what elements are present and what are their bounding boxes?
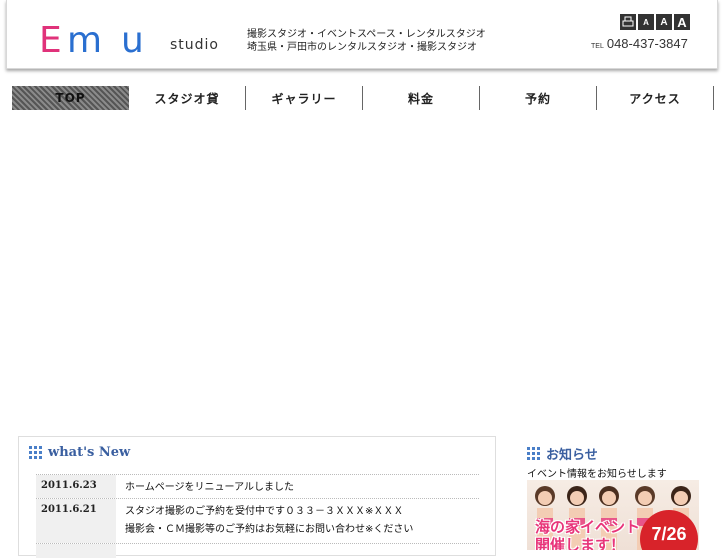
event-banner[interactable]: 7/26 海の家イベント 開催します！ (527, 480, 699, 550)
whats-new-title: what's New (48, 445, 131, 460)
news-row (36, 543, 479, 558)
main-nav: TOP スタジオ貸 ギャラリー 料金 予約 アクセス (12, 86, 714, 110)
nav-item-pricing[interactable]: 料金 (363, 86, 480, 110)
news-date: 2011.6.23 (36, 475, 116, 498)
nav-label: TOP (55, 91, 86, 105)
nav-item-gallery[interactable]: ギャラリー (246, 86, 363, 110)
notice-title: お知らせ (546, 448, 598, 463)
nav-label: 予約 (524, 91, 551, 106)
logo-studio-text: studio (170, 37, 219, 53)
news-text[interactable]: スタジオ撮影のご予約を受付中です０３３－３ＸＸＸ※ＸＸＸ 撮影会・ＣＭ撮影等のご… (116, 499, 413, 543)
nav-item-reservation[interactable]: 予約 (480, 86, 597, 110)
phone-prefix: TEL (591, 43, 604, 50)
nav-label: ギャラリー (271, 91, 337, 106)
emu-logo[interactable]: E m u (39, 20, 151, 56)
logo-letter-m: m (67, 20, 102, 56)
nav-label: 料金 (407, 91, 434, 106)
site-header: E m u studio 撮影スタジオ・イベントスペース・レンタルスタジオ 埼玉… (6, 0, 718, 69)
news-date: 2011.6.21 (36, 499, 116, 543)
notice-subtitle: イベント情報をお知らせします (527, 469, 667, 480)
phone-value: 048-437-3847 (606, 36, 688, 51)
event-headline: 海の家イベント 開催します！ (535, 518, 641, 550)
print-icon[interactable] (620, 14, 636, 30)
grid-dots-icon (527, 447, 540, 460)
nav-item-access[interactable]: アクセス (597, 86, 714, 110)
news-date (36, 544, 116, 558)
news-text[interactable]: ホームページをリニューアルしました (116, 475, 294, 498)
site-tagline: 撮影スタジオ・イベントスペース・レンタルスタジオ 埼玉県・戸田市のレンタルスタジ… (247, 29, 486, 53)
news-text (116, 544, 125, 558)
nav-label: スタジオ貸 (154, 91, 220, 106)
font-size-large-button[interactable]: A (674, 14, 690, 30)
notice-heading: お知らせ (527, 444, 598, 463)
font-size-small-button[interactable]: A (638, 14, 654, 30)
nav-item-top[interactable]: TOP (12, 86, 129, 110)
logo-letter-e: E (39, 20, 62, 56)
whats-new-panel: what's New 2011.6.23 ホームページをリニューアルしました 2… (18, 436, 496, 558)
logo-letter-u: u (121, 20, 144, 56)
nav-label: アクセス (629, 91, 681, 106)
font-size-switcher: A A A (620, 14, 690, 30)
font-size-medium-button[interactable]: A (656, 14, 672, 30)
grid-dots-icon (29, 446, 42, 459)
phone-number: TEL 048-437-3847 (591, 36, 688, 51)
nav-item-studio-rental[interactable]: スタジオ貸 (129, 86, 246, 110)
whats-new-heading: what's New (29, 445, 130, 460)
news-row: 2011.6.21 スタジオ撮影のご予約を受付中です０３３－３ＸＸＸ※ＸＸＸ 撮… (36, 498, 479, 543)
news-row: 2011.6.23 ホームページをリニューアルしました (36, 474, 479, 498)
